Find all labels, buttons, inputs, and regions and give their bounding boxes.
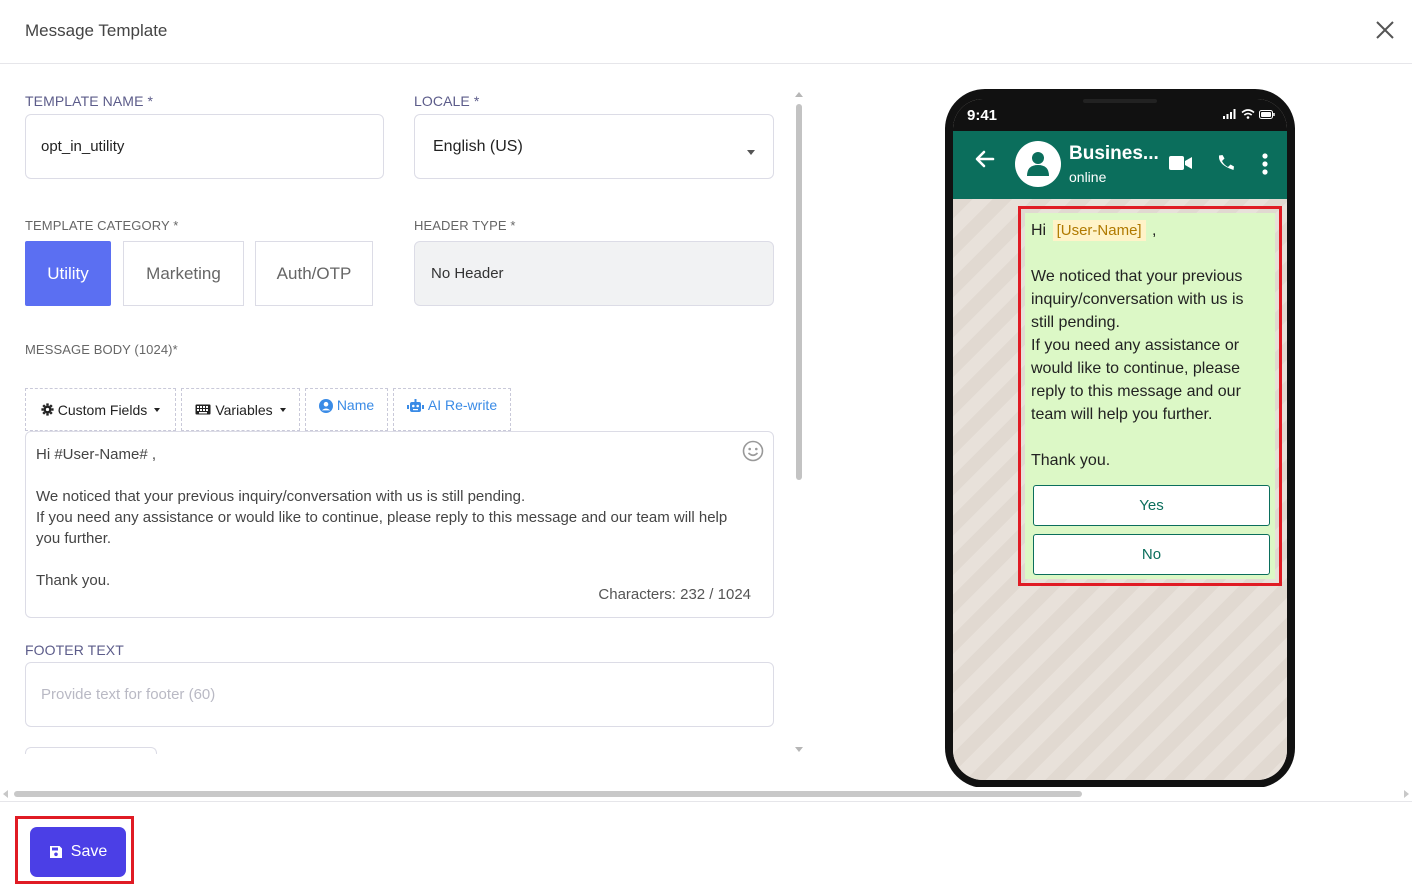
locale-label: LOCALE * bbox=[414, 93, 480, 109]
modal-footer bbox=[0, 801, 1412, 887]
chevron-down-icon bbox=[747, 150, 755, 155]
more-options-icon[interactable] bbox=[1262, 153, 1268, 175]
template-form: TEMPLATE NAME * opt_in_utility LOCALE * … bbox=[0, 64, 806, 754]
horizontal-scrollbar[interactable] bbox=[0, 787, 1412, 801]
message-bubble: Hi [User-Name] , We noticed that your pr… bbox=[1025, 213, 1275, 579]
chevron-down-icon bbox=[154, 407, 161, 412]
next-field-box bbox=[25, 747, 157, 754]
save-label: Save bbox=[70, 843, 108, 860]
chevron-down-icon bbox=[279, 407, 286, 412]
variable-chip: [User-Name] bbox=[1052, 220, 1146, 241]
message-body-textarea[interactable]: Hi #User-Name# , We noticed that your pr… bbox=[25, 431, 774, 618]
video-call-icon[interactable] bbox=[1169, 155, 1193, 171]
scrollbar-thumb[interactable] bbox=[796, 104, 802, 480]
floppy-disk-icon bbox=[49, 846, 62, 858]
message-closing: Thank you. bbox=[1031, 452, 1111, 469]
locale-select[interactable]: English (US) bbox=[414, 114, 774, 179]
gear-icon bbox=[41, 403, 54, 416]
greeting-line: Hi [User-Name] , bbox=[1031, 219, 1269, 242]
greeting-prefix: Hi bbox=[1031, 222, 1047, 239]
scroll-right-icon[interactable] bbox=[1404, 790, 1409, 798]
phone-screen: 9:41 Busines... online Hi [User-Name] , … bbox=[953, 99, 1287, 780]
form-vertical-scrollbar[interactable] bbox=[793, 92, 805, 752]
wifi-icon bbox=[1241, 109, 1255, 119]
message-template-modal: Message Template TEMPLATE NAME * opt_in_… bbox=[0, 0, 1412, 887]
phone-notch bbox=[1083, 99, 1157, 103]
footer-text-input[interactable] bbox=[25, 662, 774, 727]
body-line bbox=[36, 549, 763, 570]
status-time: 9:41 bbox=[967, 107, 998, 124]
body-line: Hi #User-Name# , bbox=[36, 446, 157, 463]
scroll-down-icon[interactable] bbox=[795, 747, 803, 752]
header-type-field[interactable]: No Header bbox=[414, 241, 774, 306]
locale-value: English (US) bbox=[433, 137, 523, 155]
ai-rewrite-button[interactable]: AI Re-write bbox=[393, 388, 511, 431]
business-status: online bbox=[1069, 169, 1107, 185]
modal-header: Message Template bbox=[0, 0, 1412, 64]
custom-fields-label: Custom Fields bbox=[57, 401, 148, 418]
status-icons bbox=[1223, 109, 1275, 119]
quick-reply-no[interactable]: No bbox=[1033, 534, 1270, 575]
body-line bbox=[36, 465, 763, 486]
template-name-label: TEMPLATE NAME * bbox=[25, 93, 154, 109]
ai-rewrite-label: AI Re-write bbox=[427, 397, 498, 413]
battery-icon bbox=[1259, 109, 1275, 119]
save-button[interactable]: Save bbox=[30, 827, 126, 877]
user-icon bbox=[1027, 152, 1049, 176]
template-category-label: TEMPLATE CATEGORY * bbox=[25, 218, 179, 233]
status-bar: 9:41 bbox=[953, 99, 1287, 131]
scroll-left-icon[interactable] bbox=[3, 790, 8, 798]
message-line: If you need any assistance or would like… bbox=[1031, 337, 1241, 423]
header-type-label: HEADER TYPE * bbox=[414, 218, 516, 233]
message-line: We noticed that your previous inquiry/co… bbox=[1031, 268, 1244, 331]
emoji-icon[interactable] bbox=[742, 440, 764, 462]
phone-preview: 9:41 Busines... online Hi [User-Name] , … bbox=[945, 89, 1295, 788]
insert-name-label: Name bbox=[336, 397, 375, 413]
category-auth-otp-button[interactable]: Auth/OTP bbox=[255, 241, 373, 306]
empty-line bbox=[1031, 242, 1269, 265]
body-line: If you need any assistance or would like… bbox=[36, 509, 728, 547]
footer-text-label: FOOTER TEXT bbox=[25, 642, 124, 658]
variables-label: Variables bbox=[215, 401, 273, 418]
quick-reply-yes[interactable]: Yes bbox=[1033, 485, 1270, 526]
variables-dropdown[interactable]: Variables bbox=[181, 388, 300, 431]
avatar bbox=[1015, 141, 1061, 187]
chat-header: Busines... online bbox=[953, 131, 1287, 199]
signal-icon bbox=[1223, 109, 1236, 119]
back-arrow-icon[interactable] bbox=[975, 150, 995, 168]
message-preview-highlight: Hi [User-Name] , We noticed that your pr… bbox=[1018, 206, 1282, 586]
keyboard-icon bbox=[195, 404, 211, 415]
custom-fields-dropdown[interactable]: Custom Fields bbox=[25, 388, 176, 431]
greeting-suffix: , bbox=[1152, 222, 1157, 239]
robot-icon bbox=[406, 399, 424, 412]
character-count: Characters: 232 / 1024 bbox=[598, 586, 751, 603]
insert-name-button[interactable]: Name bbox=[305, 388, 388, 431]
category-utility-button[interactable]: Utility bbox=[25, 241, 111, 306]
business-name: Busines... bbox=[1069, 143, 1159, 164]
category-marketing-button[interactable]: Marketing bbox=[123, 241, 244, 306]
scrollbar-thumb[interactable] bbox=[14, 791, 1082, 797]
close-icon[interactable] bbox=[1374, 19, 1396, 41]
phone-call-icon[interactable] bbox=[1215, 152, 1237, 174]
user-circle-icon bbox=[318, 399, 333, 413]
empty-line bbox=[1031, 426, 1269, 449]
template-name-input[interactable]: opt_in_utility bbox=[25, 114, 384, 179]
message-body-label: MESSAGE BODY (1024)* bbox=[25, 342, 178, 357]
scroll-up-icon[interactable] bbox=[795, 92, 803, 97]
body-line: We noticed that your previous inquiry/co… bbox=[36, 488, 526, 505]
modal-title: Message Template bbox=[25, 21, 168, 40]
